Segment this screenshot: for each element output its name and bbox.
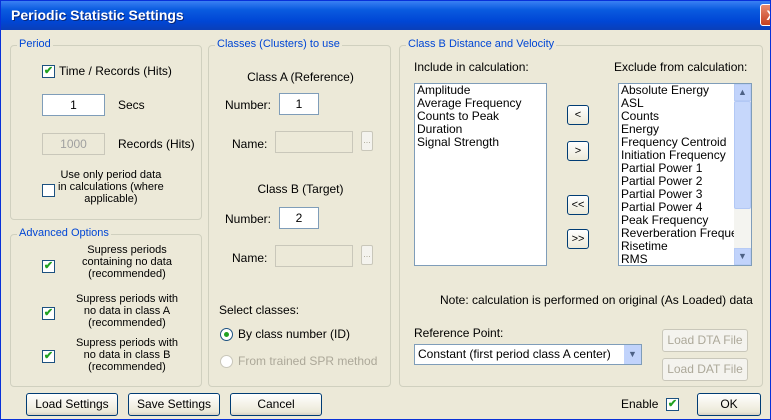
class-b-number-input[interactable]: 2 [279,207,319,229]
load-settings-button[interactable]: Load Settings [26,393,118,416]
records-input[interactable]: 1000 [42,133,105,155]
class-b-number-label: Number: [225,212,272,226]
load-dta-button[interactable]: Load DTA File [662,329,748,352]
include-listbox[interactable]: Amplitude Average Frequency Counts to Pe… [414,83,547,266]
suppress-no-data-checkbox[interactable]: ✔ [42,260,55,273]
reference-point-select[interactable]: Constant (first period class A center) ▼ [414,344,642,365]
exclude-label: Exclude from calculation: [614,60,748,74]
time-records-label: Time / Records (Hits) [59,64,172,78]
classes-group: Classes (Clusters) to use Class A (Refer… [208,38,391,387]
suppress-no-data-label: Supress periods containing no data (reco… [82,244,172,280]
enable-label: Enable [621,397,659,411]
suppress-no-class-a-checkbox[interactable]: ✔ [42,307,55,320]
move-all-right-button[interactable]: >> [567,229,589,249]
from-spr-radio[interactable] [220,355,233,368]
scroll-up-icon[interactable]: ▲ [734,84,751,101]
ok-button[interactable]: OK [697,393,761,416]
scroll-down-icon[interactable]: ▼ [734,248,751,265]
class-b-browse-button[interactable]: ... [361,245,373,265]
distance-legend: Class B Distance and Velocity [406,38,557,50]
from-spr-label: From trained SPR method [238,354,378,368]
secs-input[interactable]: 1 [42,94,105,116]
suppress-no-class-b-checkbox[interactable]: ✔ [42,350,55,363]
move-left-button[interactable]: < [567,105,589,125]
reference-point-value: Constant (first period class A center) [418,347,611,361]
reference-point-label: Reference Point: [414,326,504,340]
period-group: Period ✔ Time / Records (Hits) 1 Secs 10… [10,38,202,220]
class-a-browse-button[interactable]: ... [361,131,373,151]
secs-label: Secs [118,98,145,112]
list-item[interactable]: Signal Strength [415,136,546,149]
suppress-no-class-b-label: Supress periods with no data in class B … [75,337,179,373]
save-settings-button[interactable]: Save Settings [128,393,220,416]
records-label: Records (Hits) [118,137,195,151]
window-title: Periodic Statistic Settings [11,7,184,23]
class-b-label: Class B (Target) [257,182,344,196]
suppress-no-class-a-label: Supress periods with no data in class A … [75,293,179,329]
exclude-scrollbar[interactable]: ▲ ▼ [734,84,751,265]
cancel-button[interactable]: Cancel [230,393,322,416]
class-b-name-label: Name: [232,251,268,265]
move-all-left-button[interactable]: << [567,195,589,215]
select-classes-label: Select classes: [219,303,300,317]
distance-velocity-group: Class B Distance and Velocity Include in… [399,38,763,387]
by-class-number-radio[interactable] [220,328,233,341]
class-a-number-input[interactable]: 1 [279,93,319,115]
advanced-legend: Advanced Options [17,227,111,239]
use-only-label: Use only period data in calculations (wh… [58,169,164,205]
exclude-listbox[interactable]: Absolute Energy ASL Counts Energy Freque… [618,83,752,266]
class-a-name-input[interactable] [275,131,353,153]
move-right-button[interactable]: > [567,141,589,161]
list-item[interactable]: RMS [619,253,751,266]
include-label: Include in calculation: [414,60,529,74]
advanced-options-group: Advanced Options ✔ Supress periods conta… [10,227,202,387]
time-records-checkbox[interactable]: ✔ [42,65,55,78]
enable-checkbox[interactable]: ✔ [666,398,679,411]
calculation-note: Note: calculation is performed on origin… [440,293,753,307]
classes-legend: Classes (Clusters) to use [215,38,342,50]
period-legend: Period [17,38,53,50]
class-a-name-label: Name: [232,137,268,151]
close-button[interactable]: X [760,4,770,26]
use-only-checkbox[interactable] [42,184,55,197]
chevron-down-icon[interactable]: ▼ [624,345,641,364]
load-dat-button[interactable]: Load DAT File [662,358,748,381]
class-a-label: Class A (Reference) [247,70,354,84]
scroll-thumb[interactable] [734,101,751,209]
class-b-name-input[interactable] [275,245,353,267]
title-bar[interactable]: Periodic Statistic Settings X [1,1,770,30]
class-a-number-label: Number: [225,98,272,112]
by-class-number-label: By class number (ID) [238,327,351,341]
dialog-window: Periodic Statistic Settings X Period ✔ T… [0,0,771,420]
